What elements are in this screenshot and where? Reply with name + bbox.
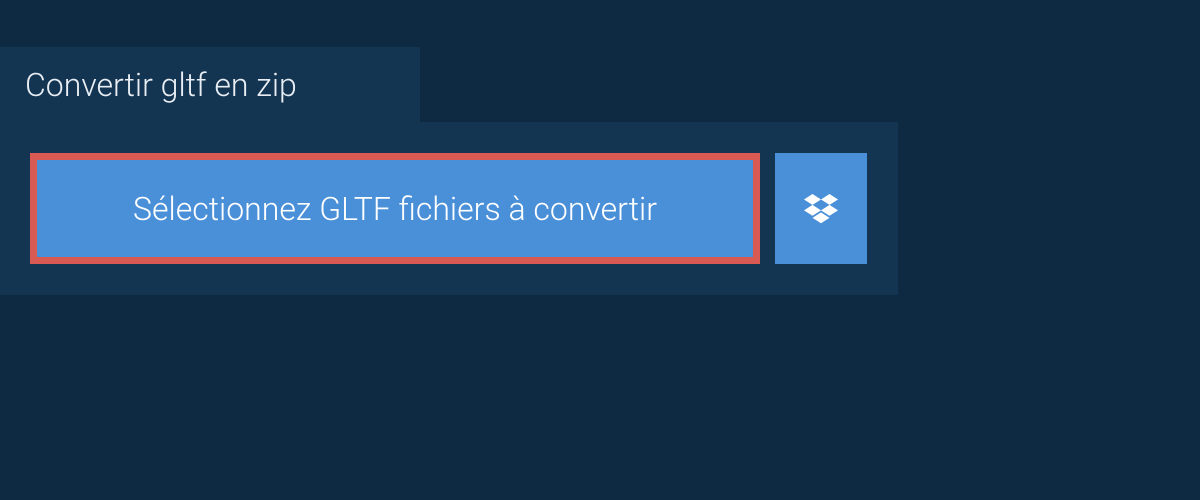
dropbox-icon	[804, 194, 838, 224]
select-files-button[interactable]: Sélectionnez GLTF fichiers à convertir	[30, 153, 760, 264]
button-row: Sélectionnez GLTF fichiers à convertir	[30, 153, 868, 264]
tab-header: Convertir gltf en zip	[0, 47, 420, 122]
dropbox-button[interactable]	[775, 153, 867, 264]
converter-panel: Sélectionnez GLTF fichiers à convertir	[0, 122, 898, 295]
tab-title: Convertir gltf en zip	[25, 66, 297, 104]
select-files-label: Sélectionnez GLTF fichiers à convertir	[133, 190, 657, 228]
